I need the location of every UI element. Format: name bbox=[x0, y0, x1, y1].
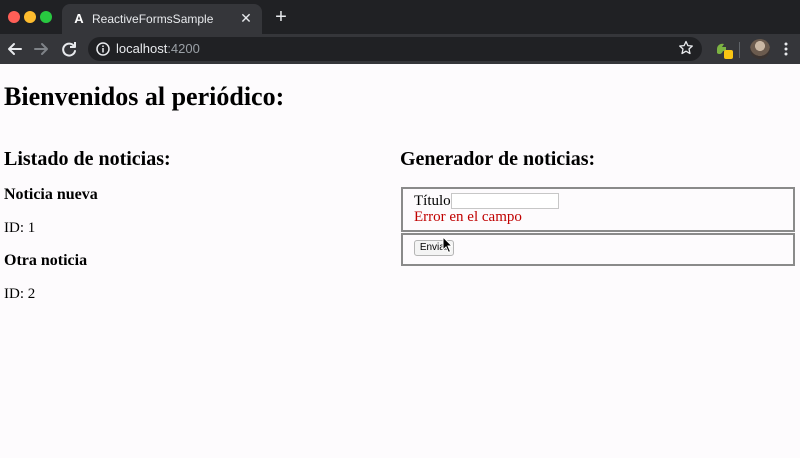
minimize-window-button[interactable] bbox=[24, 11, 36, 23]
news-item-id: ID: 2 bbox=[4, 286, 36, 302]
news-item-title: Noticia nueva bbox=[4, 186, 98, 203]
star-icon[interactable] bbox=[678, 40, 694, 56]
extension-badge bbox=[724, 50, 733, 59]
browser-tab[interactable]: A ReactiveFormsSample ✕ bbox=[62, 4, 262, 34]
submit-group: Enviar bbox=[401, 233, 795, 266]
new-tab-button[interactable]: + bbox=[272, 7, 290, 27]
news-list-section: Listado de noticias: Noticia nueva ID: 1… bbox=[4, 148, 394, 302]
news-item-id: ID: 1 bbox=[4, 220, 36, 236]
toolbar-divider bbox=[739, 42, 740, 58]
title-error-message: Error en el campo bbox=[414, 209, 522, 225]
maximize-window-button[interactable] bbox=[40, 11, 52, 23]
title-input[interactable] bbox=[451, 193, 559, 209]
url-text[interactable]: localhost:4200 bbox=[116, 41, 200, 56]
back-arrow-icon[interactable] bbox=[4, 38, 26, 60]
news-list-heading: Listado de noticias: bbox=[4, 148, 171, 170]
info-icon[interactable] bbox=[96, 42, 110, 56]
page-content: Bienvenidos al periódico: Listado de not… bbox=[0, 64, 800, 458]
menu-kebab-icon[interactable] bbox=[778, 41, 794, 57]
news-generator-section: Generador de noticias: Título: Error en … bbox=[400, 148, 796, 266]
url-host: localhost bbox=[116, 41, 168, 56]
tab-close-icon[interactable]: ✕ bbox=[238, 10, 254, 26]
reload-icon[interactable] bbox=[58, 38, 80, 60]
browser-titlebar: A ReactiveFormsSample ✕ + bbox=[0, 0, 800, 34]
address-bar[interactable]: localhost:4200 bbox=[88, 37, 702, 61]
browser-toolbar: localhost:4200 bbox=[0, 34, 800, 64]
url-port: :4200 bbox=[167, 41, 200, 56]
page-title: Bienvenidos al periódico: bbox=[4, 82, 285, 111]
avatar[interactable] bbox=[750, 39, 770, 59]
forward-arrow-icon[interactable] bbox=[30, 38, 52, 60]
mouse-cursor-icon bbox=[442, 236, 454, 254]
angular-favicon-icon: A bbox=[74, 11, 84, 26]
tab-title: ReactiveFormsSample bbox=[92, 12, 214, 26]
news-generator-heading: Generador de noticias: bbox=[400, 148, 596, 170]
news-item-title: Otra noticia bbox=[4, 252, 88, 269]
title-field-group: Título: Error en el campo bbox=[401, 187, 795, 232]
title-field-label: Título: bbox=[414, 193, 455, 209]
close-window-button[interactable] bbox=[8, 11, 20, 23]
